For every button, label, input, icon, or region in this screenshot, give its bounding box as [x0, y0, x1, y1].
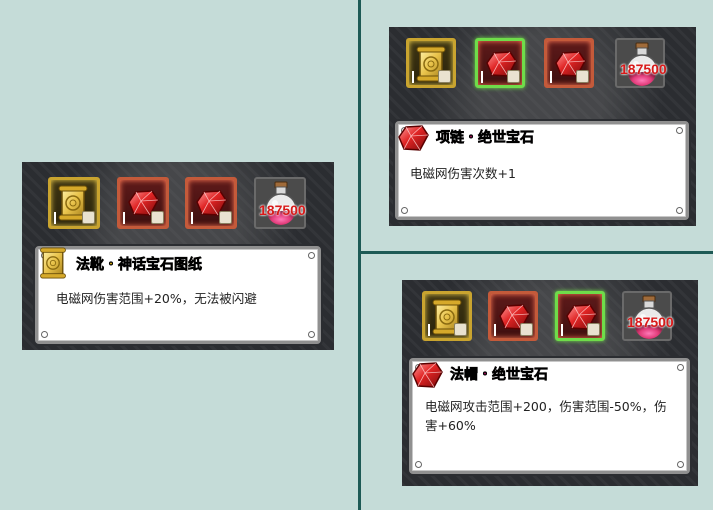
sub-icon: [82, 211, 95, 224]
level-mark: [54, 212, 56, 224]
sub-icon: [219, 211, 232, 224]
sub-icon: [520, 323, 533, 336]
slot-potion[interactable]: 187500: [622, 291, 674, 341]
level-mark: [123, 212, 125, 224]
sub-icon: [576, 70, 589, 83]
slot-gem[interactable]: [185, 177, 237, 229]
level-mark: [561, 324, 563, 336]
item-tooltip: 法靴・神话宝石图纸 电磁网伤害范围+20%，无法被闪避: [35, 246, 321, 344]
potion-count: 187500: [620, 61, 667, 77]
red-gem-icon: [410, 359, 444, 391]
slot-gem[interactable]: [117, 177, 169, 229]
level-mark: [191, 212, 193, 224]
scroll-icon: [36, 247, 70, 279]
sub-icon: [454, 323, 467, 336]
slot-gem[interactable]: [544, 38, 594, 88]
level-mark: [412, 71, 414, 83]
horizontal-divider: [361, 251, 713, 254]
slot-gem[interactable]: [488, 291, 538, 341]
slot-gem-selected[interactable]: [475, 38, 525, 88]
potion-count: 187500: [259, 202, 306, 218]
item-tooltip: 法帽・绝世宝石 电磁网攻击范围+200，伤害范围-50%，伤害+60%: [409, 358, 690, 474]
tooltip-title: 法靴・神话宝石图纸: [76, 257, 203, 274]
sub-icon: [507, 70, 520, 83]
tooltip-description: 电磁网伤害次数+1: [410, 166, 516, 181]
sub-icon: [151, 211, 164, 224]
slot-gem-selected[interactable]: [555, 291, 605, 341]
vertical-divider: [358, 0, 361, 510]
tooltip-title: 法帽・绝世宝石: [450, 367, 549, 384]
tooltip-description: 电磁网伤害范围+20%，无法被闪避: [56, 291, 257, 306]
level-mark: [481, 71, 483, 83]
sub-icon: [587, 323, 600, 336]
inventory-panel-1: 187500 法靴・神话宝石图纸 电磁网伤害范围+20%，无法被闪避: [22, 162, 334, 350]
item-tooltip: 项链・绝世宝石 电磁网伤害次数+1: [395, 121, 689, 220]
level-mark: [428, 324, 430, 336]
level-mark: [494, 324, 496, 336]
slot-scroll[interactable]: [422, 291, 472, 341]
potion-count: 187500: [627, 314, 674, 330]
tooltip-description: 电磁网攻击范围+200，伤害范围-50%，伤害+60%: [425, 399, 667, 433]
slot-scroll[interactable]: [406, 38, 456, 88]
red-gem-icon: [396, 122, 430, 154]
slot-potion[interactable]: 187500: [615, 38, 667, 88]
tooltip-title: 项链・绝世宝石: [436, 130, 535, 147]
inventory-panel-3: 187500 法帽・绝世宝石 电磁网攻击范围+200，伤害范围-50%，伤害+6…: [402, 280, 698, 486]
sub-icon: [438, 70, 451, 83]
inventory-panel-2: 187500 项链・绝世宝石 电磁网伤害次数+1: [389, 27, 696, 226]
slot-scroll[interactable]: [48, 177, 100, 229]
slot-potion[interactable]: 187500: [254, 177, 306, 229]
level-mark: [550, 71, 552, 83]
